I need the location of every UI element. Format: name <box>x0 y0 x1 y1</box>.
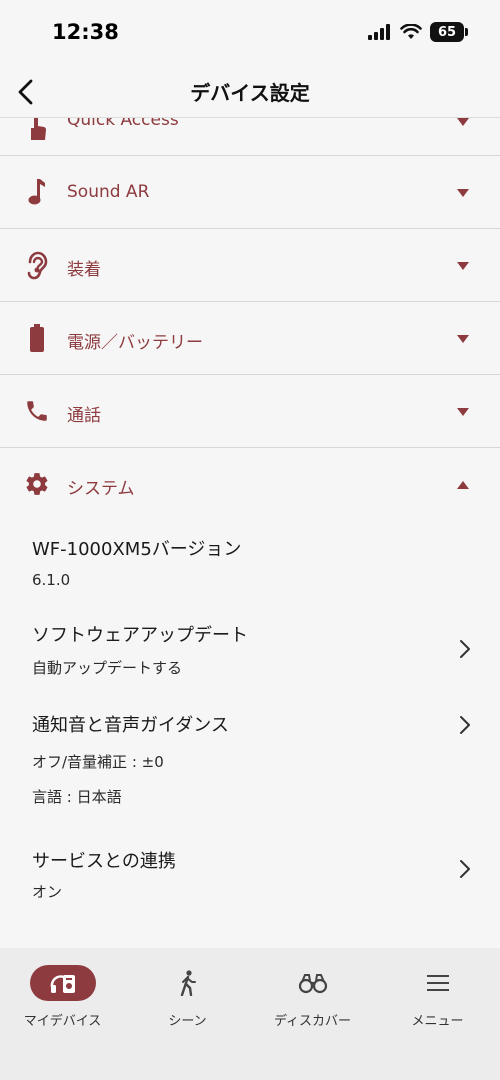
bottom-tab-bar: マイデバイス シーン ディスカバー メニュー <box>0 948 500 1080</box>
tab-menu[interactable]: メニュー <box>375 964 500 1034</box>
tab-scene[interactable]: シーン <box>125 964 250 1034</box>
item-value: オフ/音量補正 : ±0 <box>32 753 164 771</box>
section-label: Quick Access <box>67 118 179 130</box>
item-value: 自動アップデートする <box>32 659 183 677</box>
tab-my-device[interactable]: マイデバイス <box>0 964 125 1034</box>
chevron-right-icon <box>460 716 470 734</box>
item-value: 言語 : 日本語 <box>32 788 122 806</box>
battery-indicator: 65 <box>430 22 468 42</box>
caret-down-icon <box>456 405 470 419</box>
settings-list[interactable]: Quick Access Sound AR 装着 電源／バッテリー 通話 システ… <box>0 118 500 948</box>
chevron-right-icon <box>460 860 470 878</box>
tab-label: メニュー <box>411 1014 464 1029</box>
system-item-service-link[interactable]: サービスとの連携 オン <box>0 835 500 925</box>
caret-down-icon <box>456 118 470 129</box>
hamburger-menu-icon <box>426 975 449 991</box>
section-quick-access[interactable]: Quick Access <box>0 118 500 156</box>
system-item-version: WF-1000XM5バージョン 6.1.0 <box>0 521 500 607</box>
status-bar: 12:38 65 <box>0 0 500 66</box>
status-icons: 65 <box>368 22 468 42</box>
tab-label: ディスカバー <box>273 1014 352 1029</box>
system-item-software-update[interactable]: ソフトウェアアップデート 自動アップデートする <box>0 607 500 697</box>
phone-icon <box>22 396 52 426</box>
gear-icon <box>22 469 52 499</box>
section-fit[interactable]: 装着 <box>0 229 500 302</box>
caret-down-icon <box>456 186 470 200</box>
tab-discover[interactable]: ディスカバー <box>250 964 375 1034</box>
section-system[interactable]: システム <box>0 448 500 521</box>
cellular-signal-icon <box>368 24 390 40</box>
binoculars-icon <box>298 974 327 994</box>
item-value: オン <box>32 883 63 901</box>
section-label: 通話 <box>67 406 101 426</box>
section-label: Sound AR <box>67 182 150 202</box>
status-time: 12:38 <box>52 20 119 44</box>
system-item-notification-sound[interactable]: 通知音と音声ガイダンス オフ/音量補正 : ±0 言語 : 日本語 <box>0 697 500 835</box>
item-title: サービスとの連携 <box>32 851 176 872</box>
caret-down-icon <box>456 332 470 346</box>
section-label: システム <box>67 479 135 499</box>
item-title: 通知音と音声ガイダンス <box>32 715 229 736</box>
walking-person-icon <box>180 970 196 996</box>
section-label: 装着 <box>67 260 101 280</box>
active-tab-indicator <box>29 965 96 1001</box>
section-power-battery[interactable]: 電源／バッテリー <box>0 302 500 375</box>
tab-label: シーン <box>168 1014 207 1029</box>
nav-header: デバイス設定 <box>0 66 500 118</box>
section-sound-ar[interactable]: Sound AR <box>0 156 500 229</box>
caret-up-icon <box>456 478 470 492</box>
touch-icon <box>22 118 52 142</box>
item-title: ソフトウェアアップデート <box>32 625 248 646</box>
battery-icon <box>22 323 52 353</box>
music-note-icon <box>22 177 52 207</box>
tab-label: マイデバイス <box>23 1014 102 1029</box>
page-title: デバイス設定 <box>190 81 310 105</box>
caret-down-icon <box>456 259 470 273</box>
wifi-icon <box>400 24 422 39</box>
headphones-device-icon <box>50 975 75 993</box>
ear-icon <box>22 250 52 280</box>
item-title: WF-1000XM5バージョン <box>32 539 242 560</box>
section-call[interactable]: 通話 <box>0 375 500 448</box>
section-label: 電源／バッテリー <box>67 333 203 353</box>
chevron-right-icon <box>460 640 470 658</box>
item-value: 6.1.0 <box>32 571 71 589</box>
